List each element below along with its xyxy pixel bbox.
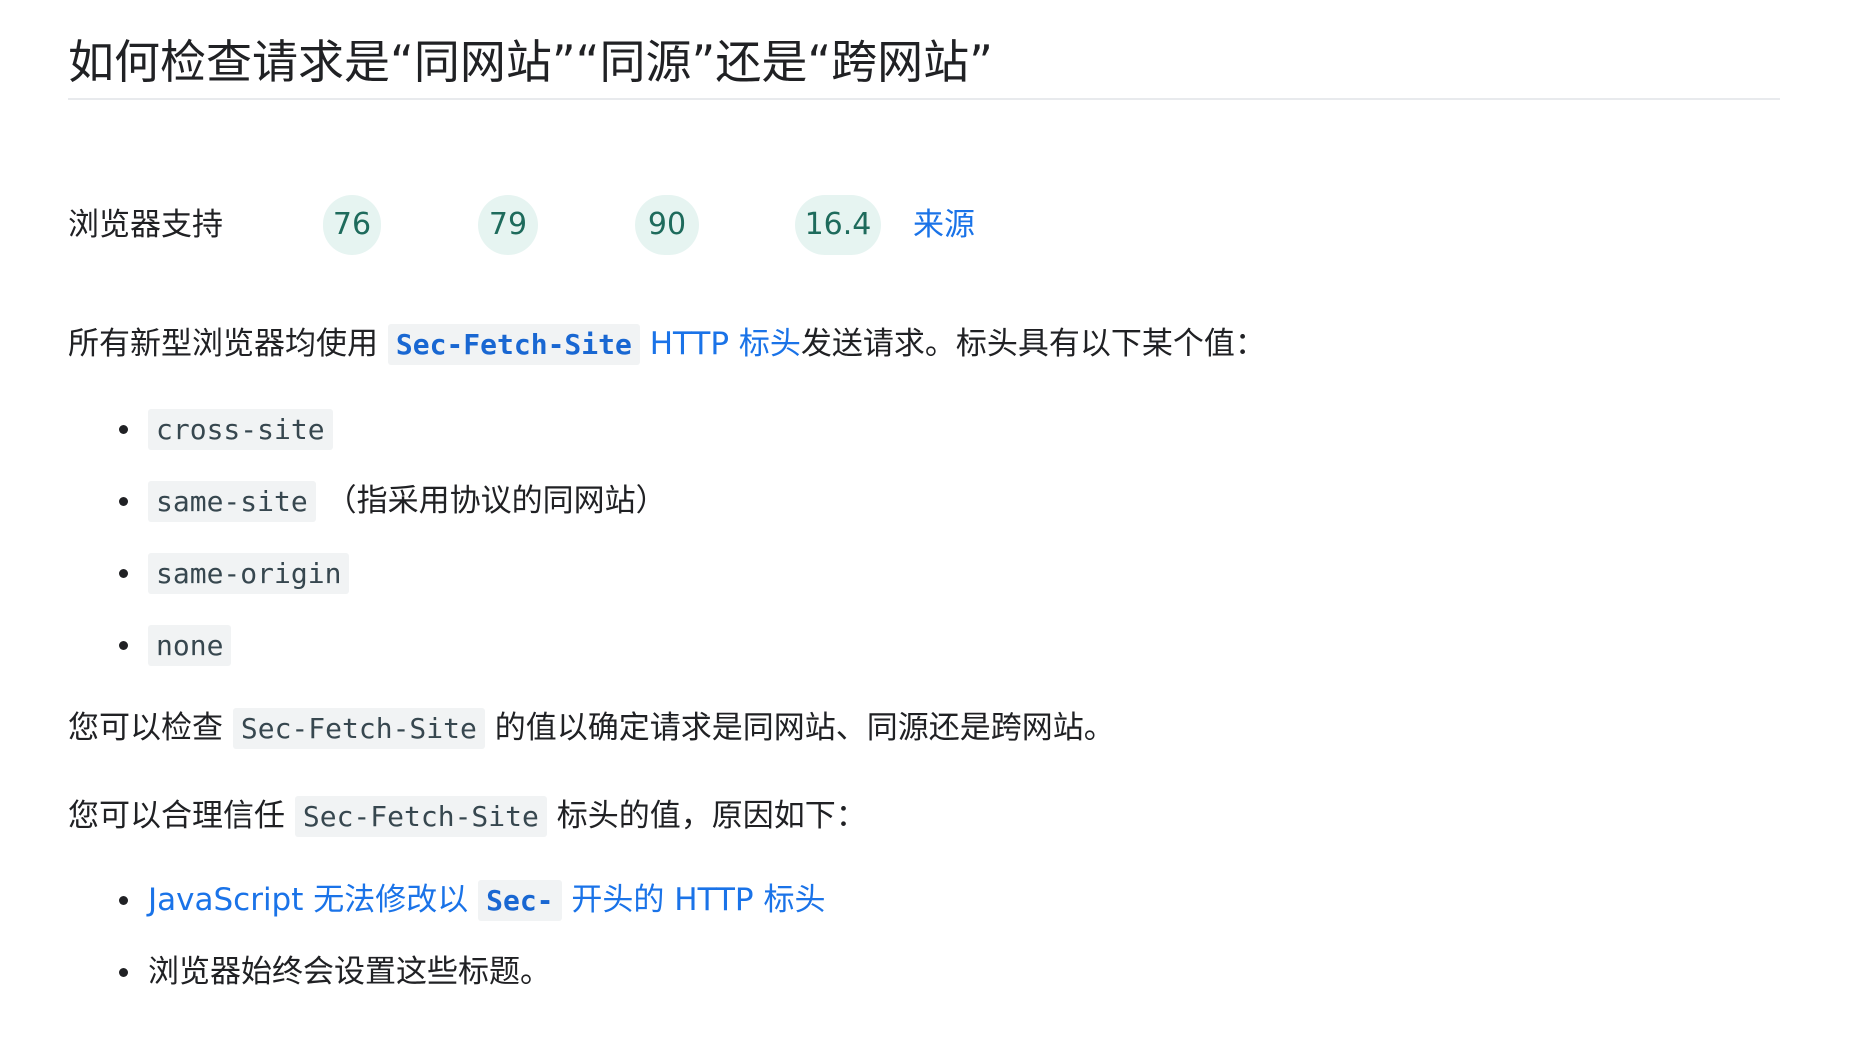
list-item: cross-site bbox=[68, 407, 667, 479]
intro-text-after: 发送请求。标头具有以下某个值： bbox=[800, 326, 1266, 362]
check-text-after: 的值以确定请求是同网站、同源还是跨网站。 bbox=[494, 710, 1115, 746]
intro-text-before: 所有新型浏览器均使用 bbox=[68, 326, 378, 362]
value-code: same-origin bbox=[148, 553, 350, 594]
sec-header-link-before: JavaScript 无法修改以 bbox=[148, 882, 469, 918]
sec-fetch-site-code-link[interactable]: Sec-Fetch-Site bbox=[387, 324, 640, 365]
sec-prefix-code: Sec- bbox=[478, 880, 562, 921]
bullet-icon bbox=[119, 968, 128, 977]
trust-text-after: 标头的值，原因如下： bbox=[556, 798, 867, 834]
edge-version-badge: 79 bbox=[478, 195, 538, 255]
browser-support-source-link[interactable]: 来源 bbox=[913, 193, 975, 257]
sec-fetch-site-code: Sec-Fetch-Site bbox=[294, 796, 547, 837]
safari-version-badge: 16.4 bbox=[795, 195, 881, 255]
browser-support-label: 浏览器支持 bbox=[68, 207, 223, 243]
list-item: 浏览器始终会设置这些标题。 bbox=[68, 950, 825, 1022]
page-title: 如何检查请求是“同网站”“同源”还是“跨网站” bbox=[68, 0, 1780, 100]
check-paragraph: 您可以检查 Sec-Fetch-Site 的值以确定请求是同网站、同源还是跨网站… bbox=[68, 706, 1115, 751]
bullet-icon bbox=[119, 425, 128, 434]
reason-text: 浏览器始终会设置这些标题。 bbox=[148, 954, 551, 990]
list-item: same-site （指采用协议的同网站） bbox=[68, 479, 667, 551]
trust-text-before: 您可以合理信任 bbox=[68, 798, 285, 834]
browser-support-row: 浏览器支持 76 79 90 16.4 来源 bbox=[68, 193, 1780, 257]
list-item: JavaScript 无法修改以 Sec- 开头的 HTTP 标头 bbox=[68, 878, 825, 950]
chrome-version-badge: 76 bbox=[323, 195, 381, 255]
sec-header-link-after: 开头的 HTTP 标头 bbox=[571, 882, 826, 918]
article-content: 如何检查请求是“同网站”“同源”还是“跨网站” 浏览器支持 76 79 90 1… bbox=[68, 0, 1780, 990]
bullet-icon bbox=[119, 569, 128, 578]
bullet-icon bbox=[119, 497, 128, 506]
sec-header-link[interactable]: JavaScript 无法修改以 Sec- 开头的 HTTP 标头 bbox=[148, 880, 826, 921]
check-text-before: 您可以检查 bbox=[68, 710, 223, 746]
header-values-list: cross-site same-site （指采用协议的同网站） same-or… bbox=[68, 407, 667, 695]
value-note: （指采用协议的同网站） bbox=[325, 483, 667, 519]
reasons-list: JavaScript 无法修改以 Sec- 开头的 HTTP 标头 浏览器始终会… bbox=[68, 878, 825, 1022]
sec-fetch-site-code: Sec-Fetch-Site bbox=[232, 708, 485, 749]
bullet-icon bbox=[119, 641, 128, 650]
intro-paragraph: 所有新型浏览器均使用 Sec-Fetch-Site HTTP 标头发送请求。标头… bbox=[68, 322, 1266, 367]
firefox-version-badge: 90 bbox=[635, 195, 699, 255]
list-item: none bbox=[68, 623, 667, 695]
http-header-link[interactable]: HTTP 标头 bbox=[650, 326, 801, 362]
value-code: same-site bbox=[148, 481, 316, 522]
value-code: none bbox=[148, 625, 232, 666]
value-code: cross-site bbox=[148, 409, 333, 450]
bullet-icon bbox=[119, 896, 128, 905]
list-item: same-origin bbox=[68, 551, 667, 623]
trust-paragraph: 您可以合理信任 Sec-Fetch-Site 标头的值，原因如下： bbox=[68, 794, 867, 839]
